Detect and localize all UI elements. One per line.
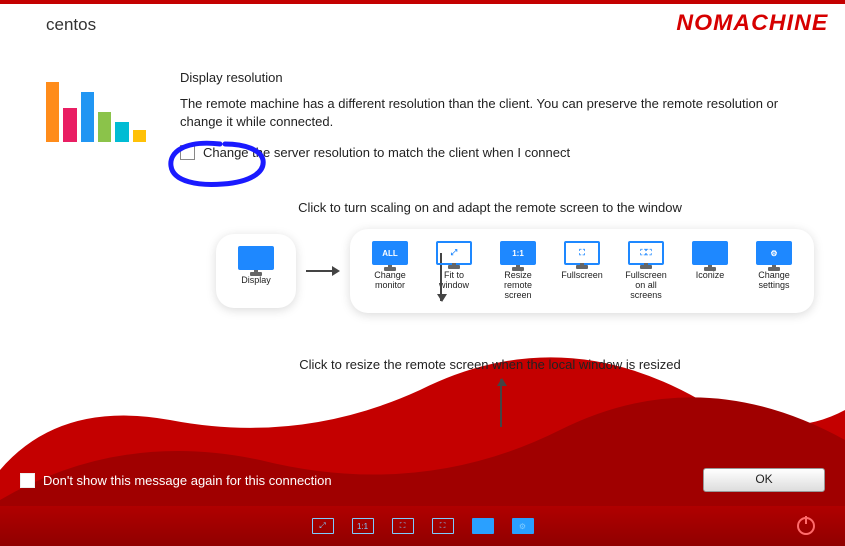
section-title: Display resolution — [180, 70, 800, 85]
tile-change-monitor[interactable]: ALL Change monitor — [364, 241, 416, 301]
fullscreen-icon: ⛶ — [564, 241, 600, 265]
tile-fullscreen-all[interactable]: ⛶⛶ Fullscreen on all screens — [620, 241, 672, 301]
tool-1to1-icon[interactable]: 1:1 — [352, 518, 374, 534]
fullscreen-all-icon: ⛶⛶ — [628, 241, 664, 265]
match-resolution-checkbox[interactable] — [180, 145, 195, 160]
section-desc: The remote machine has a different resol… — [180, 95, 800, 131]
body: Display resolution The remote machine ha… — [180, 70, 800, 160]
display-tile-group: Display — [216, 234, 296, 308]
tile-fit-to-window[interactable]: ⤢ Fit to window — [428, 241, 480, 301]
iconize-icon — [692, 241, 728, 265]
options-tile-group: ALL Change monitor ⤢ Fit to window 1:1 R… — [350, 229, 814, 313]
bottom-toolbar: ⤢ 1:1 ⛶ ⛶ ⚙ — [0, 506, 845, 546]
fit-to-window-icon: ⤢ — [436, 241, 472, 265]
dont-show-row[interactable]: Don't show this message again for this c… — [20, 473, 332, 488]
tile-fullscreen[interactable]: ⛶ Fullscreen — [556, 241, 608, 301]
dialog-window: centos NOMACHINE Display resolution The … — [0, 0, 845, 546]
tile-display[interactable]: Display — [230, 246, 282, 296]
header: centos NOMACHINE — [0, 0, 845, 51]
brand-logo: NOMACHINE — [677, 10, 829, 36]
tool-fullscreen-icon[interactable]: ⛶ — [392, 518, 414, 534]
tool-settings-icon[interactable]: ⚙ — [512, 518, 534, 534]
caption-bottom: Click to resize the remote screen when t… — [180, 357, 800, 372]
diagram: Click to turn scaling on and adapt the r… — [180, 200, 800, 372]
change-settings-icon: ⚙ — [756, 241, 792, 265]
tool-fit-icon[interactable]: ⤢ — [312, 518, 334, 534]
match-resolution-row[interactable]: Change the server resolution to match th… — [180, 145, 800, 160]
tool-iconize-icon[interactable] — [472, 518, 494, 534]
power-icon[interactable] — [797, 517, 815, 535]
dont-show-checkbox[interactable] — [20, 473, 35, 488]
tool-fullscreen-all-icon[interactable]: ⛶ — [432, 518, 454, 534]
change-monitor-icon: ALL — [372, 241, 408, 265]
bars-icon — [46, 72, 146, 142]
dont-show-label: Don't show this message again for this c… — [43, 473, 332, 488]
session-name: centos — [46, 15, 96, 35]
caption-top: Click to turn scaling on and adapt the r… — [180, 200, 800, 215]
footer-bar: Don't show this message again for this c… — [20, 466, 825, 494]
monitor-icon — [238, 246, 274, 270]
resize-remote-icon: 1:1 — [500, 241, 536, 265]
tile-iconize[interactable]: Iconize — [684, 241, 736, 301]
tile-label: Display — [241, 276, 271, 296]
tile-resize-remote[interactable]: 1:1 Resize remote screen — [492, 241, 544, 301]
match-resolution-label: Change the server resolution to match th… — [203, 145, 570, 160]
tile-change-settings[interactable]: ⚙ Change settings — [748, 241, 800, 301]
arrow-right-icon — [306, 264, 340, 278]
ok-button[interactable]: OK — [703, 468, 825, 492]
